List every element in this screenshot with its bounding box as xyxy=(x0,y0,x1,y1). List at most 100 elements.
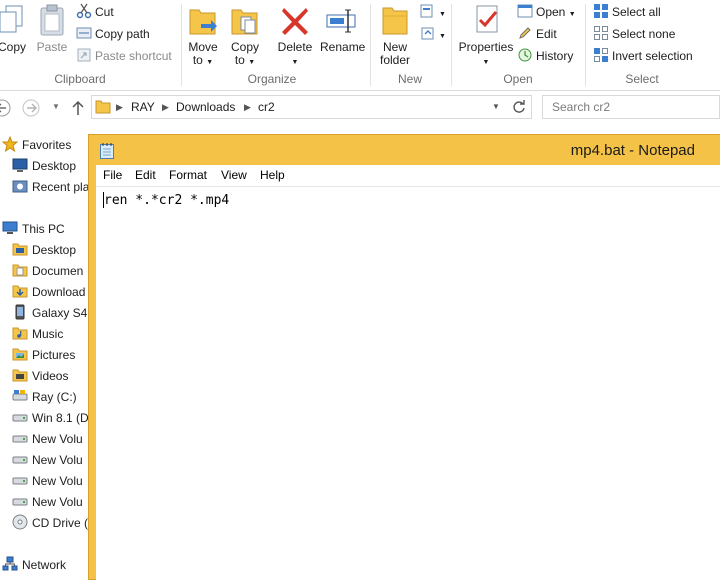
nav-label: Videos xyxy=(32,369,69,383)
nav-item-desktop-fav[interactable]: Desktop xyxy=(12,156,76,177)
paste-shortcut-button[interactable]: Paste shortcut xyxy=(76,46,172,66)
rename-button[interactable]: Rename xyxy=(320,2,366,54)
nav-item-documents[interactable]: Documen xyxy=(12,261,83,282)
group-separator xyxy=(181,4,182,86)
menu-view[interactable]: View xyxy=(221,168,247,182)
copy-to-icon xyxy=(231,9,258,35)
paste-button[interactable]: Paste xyxy=(36,2,68,54)
chevron-down-icon: ▼ xyxy=(52,102,60,111)
nav-item-recent-places[interactable]: Recent pla xyxy=(12,177,89,198)
delete-icon xyxy=(282,8,308,35)
nav-item-this-pc[interactable]: This PC xyxy=(2,219,65,240)
select-all-icon xyxy=(594,4,608,18)
new-item-icon xyxy=(420,4,433,18)
rename-label: Rename xyxy=(320,40,366,54)
copy-to-label-2: to xyxy=(234,53,245,67)
recent-locations-button[interactable]: ▼ xyxy=(46,97,66,117)
breadcrumb-cr2[interactable]: cr2 xyxy=(258,96,275,118)
address-bar[interactable]: ▶ RAY ▶ Downloads ▶ cr2 ▼ xyxy=(91,95,532,119)
new-folder-button[interactable]: New folder xyxy=(378,2,412,67)
nav-label: Win 8.1 (D xyxy=(32,411,89,425)
cd-drive-icon xyxy=(12,514,28,530)
menu-file[interactable]: File xyxy=(103,168,122,182)
open-label: Open xyxy=(536,5,566,19)
nav-item-new-volume-2[interactable]: New Volu xyxy=(12,450,83,471)
forward-button[interactable] xyxy=(21,97,41,117)
group-separator xyxy=(585,4,586,86)
nav-item-downloads[interactable]: Download xyxy=(12,282,85,303)
copy-to-button[interactable]: Copy to ▼ xyxy=(229,2,261,69)
drive-icon xyxy=(12,498,28,506)
back-button[interactable] xyxy=(0,97,12,117)
up-button[interactable] xyxy=(68,97,88,117)
copy-path-button[interactable]: Copy path xyxy=(76,24,150,44)
notepad-title-bar[interactable]: mp4.bat - Notepad xyxy=(89,135,720,165)
drive-icon xyxy=(12,390,28,401)
properties-button[interactable]: Properties ▼ xyxy=(458,2,514,69)
delete-button[interactable]: Delete ▼ xyxy=(277,2,313,69)
address-dropdown-button[interactable]: ▼ xyxy=(487,96,505,118)
history-button[interactable]: History xyxy=(517,46,573,66)
menu-format[interactable]: Format xyxy=(169,168,207,182)
edit-label: Edit xyxy=(536,27,557,41)
nav-item-win81-d[interactable]: Win 8.1 (D xyxy=(12,408,89,429)
nav-item-desktop[interactable]: Desktop xyxy=(12,240,76,261)
nav-item-network[interactable]: Network xyxy=(2,555,66,576)
nav-item-new-volume-4[interactable]: New Volu xyxy=(12,492,83,513)
nav-label: Desktop xyxy=(32,243,77,257)
edit-button[interactable]: Edit xyxy=(517,24,557,44)
refresh-icon[interactable] xyxy=(511,99,527,115)
dropdown-arrow-icon: ▼ xyxy=(439,11,446,18)
select-none-button[interactable]: Select none xyxy=(593,24,675,44)
copy-button[interactable]: Copy xyxy=(0,2,30,54)
dropdown-arrow-icon: ▼ xyxy=(439,33,446,40)
folder-icon xyxy=(12,327,28,340)
invert-selection-button[interactable]: Invert selection xyxy=(593,46,693,66)
breadcrumb-separator-icon: ▶ xyxy=(244,102,251,112)
nav-item-ray-c[interactable]: Ray (C:) xyxy=(12,387,77,408)
move-to-label-2: to xyxy=(192,53,203,67)
copy-label: Copy xyxy=(0,40,26,54)
select-all-button[interactable]: Select all xyxy=(593,2,661,22)
ribbon: Copy Paste Cut Copy path Paste shortcut … xyxy=(0,0,720,91)
address-row: ▼ ▶ RAY ▶ Downloads ▶ cr2 ▼ Search cr2 xyxy=(0,92,720,122)
easy-access-button[interactable]: ▼ xyxy=(420,24,446,44)
forward-arrow-icon xyxy=(22,99,40,117)
breadcrumb-ray[interactable]: RAY xyxy=(131,96,155,118)
up-arrow-icon xyxy=(72,101,84,116)
nav-item-new-volume-3[interactable]: New Volu xyxy=(12,471,83,492)
nav-item-videos[interactable]: Videos xyxy=(12,366,68,387)
organize-group-label: Organize xyxy=(247,72,297,86)
breadcrumb-downloads[interactable]: Downloads xyxy=(176,96,235,118)
cut-button[interactable]: Cut xyxy=(76,2,114,22)
back-arrow-icon xyxy=(0,99,11,117)
invert-selection-label: Invert selection xyxy=(612,49,693,63)
new-item-button[interactable]: ▼ xyxy=(420,2,446,22)
drive-icon xyxy=(12,414,28,422)
copy-path-label: Copy path xyxy=(95,27,150,41)
nav-label: Download xyxy=(32,285,86,299)
open-button[interactable]: Open ▼ xyxy=(517,2,576,22)
notepad-text-area[interactable]: ren *.*cr2 *.mp4 xyxy=(96,186,720,581)
nav-label: This PC xyxy=(22,222,65,236)
nav-item-new-volume-1[interactable]: New Volu xyxy=(12,429,83,450)
nav-item-favorites[interactable]: Favorites xyxy=(2,135,71,156)
nav-item-cd-drive[interactable]: CD Drive ( xyxy=(12,513,88,534)
recent-places-icon xyxy=(12,180,28,193)
menu-help[interactable]: Help xyxy=(260,168,285,182)
nav-item-music[interactable]: Music xyxy=(12,324,63,345)
drive-icon xyxy=(12,435,28,443)
nav-item-galaxy-s4[interactable]: Galaxy S4 xyxy=(12,303,87,324)
open-icon xyxy=(517,4,533,18)
drive-icon xyxy=(12,456,28,464)
computer-icon xyxy=(2,221,18,234)
breadcrumb-separator-icon: ▶ xyxy=(162,102,169,112)
menu-edit[interactable]: Edit xyxy=(135,168,156,182)
group-separator xyxy=(451,4,452,86)
notepad-window[interactable]: mp4.bat - Notepad File Edit Format View … xyxy=(88,134,720,581)
edit-icon xyxy=(519,27,531,39)
move-to-button[interactable]: Move to ▼ xyxy=(187,2,219,69)
search-input[interactable]: Search cr2 xyxy=(542,95,720,119)
delete-label: Delete xyxy=(277,40,313,54)
nav-item-pictures[interactable]: Pictures xyxy=(12,345,75,366)
